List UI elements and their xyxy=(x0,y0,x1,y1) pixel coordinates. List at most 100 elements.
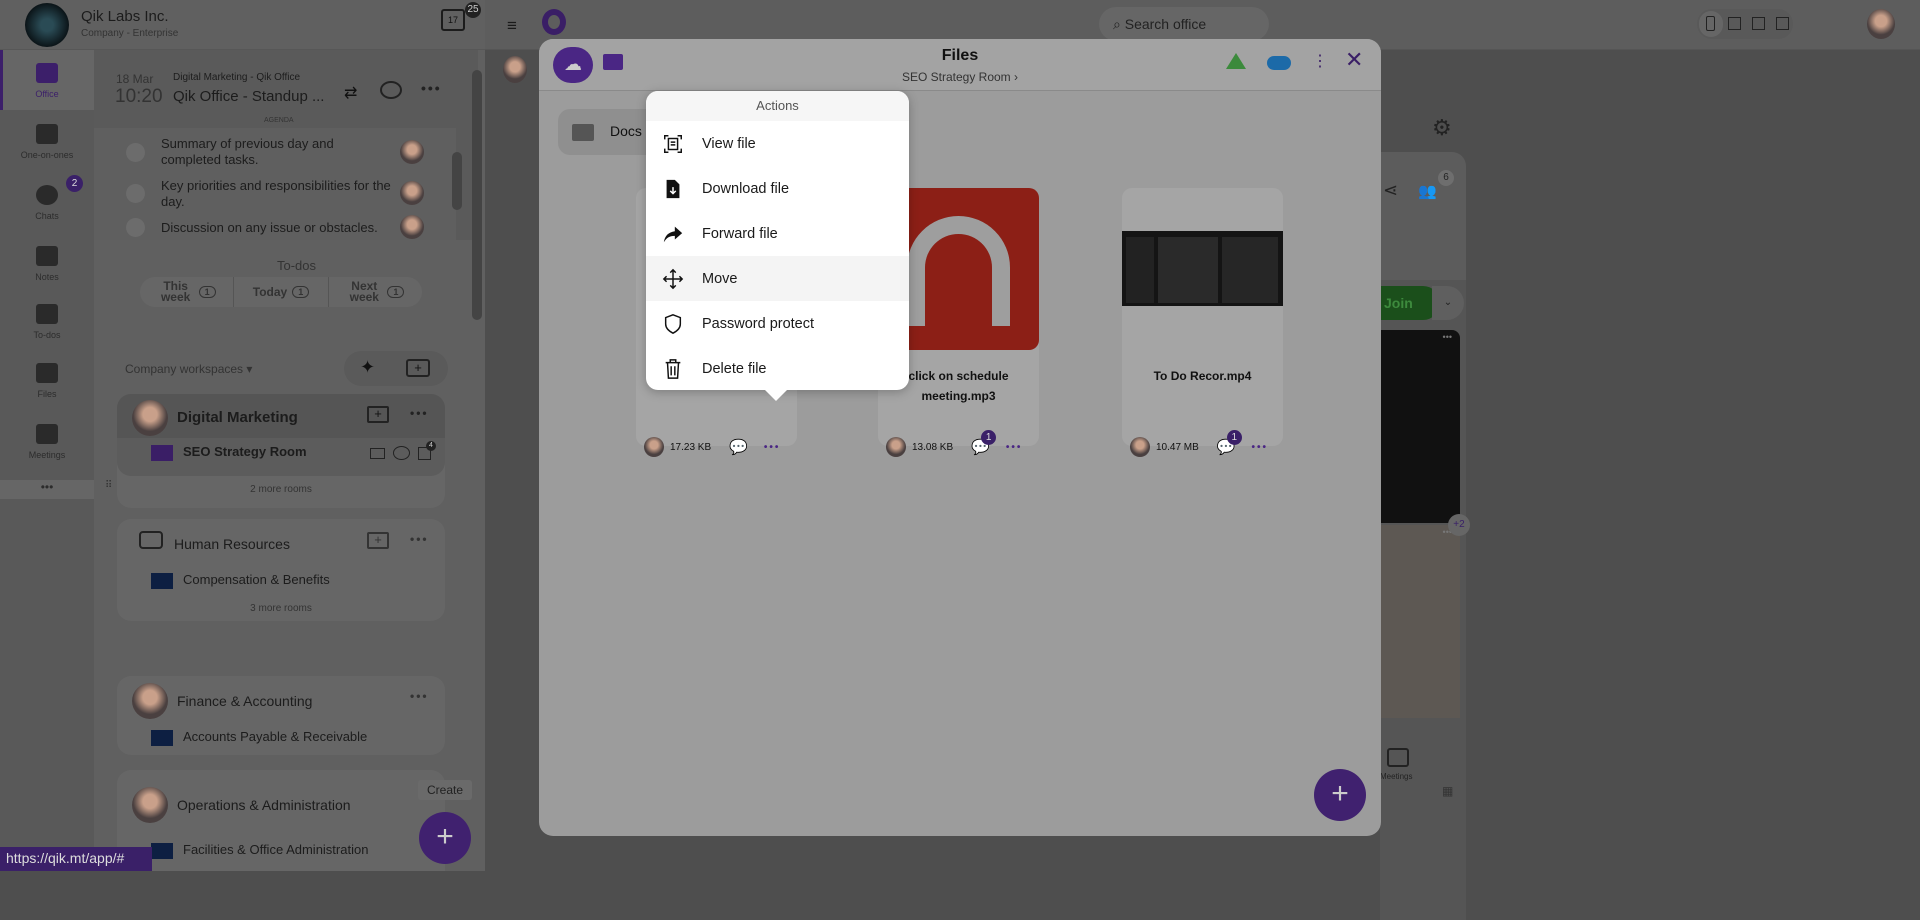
more-rooms-link[interactable]: 2 more rooms xyxy=(117,484,445,495)
add-workspace-icon[interactable]: + xyxy=(406,359,430,377)
add-room-icon[interactable]: + xyxy=(367,406,389,423)
company-logo[interactable] xyxy=(25,3,69,47)
company-plan: Company - Enterprise xyxy=(81,28,179,39)
avatar xyxy=(400,215,424,239)
agenda-checkbox[interactable] xyxy=(126,218,145,237)
avatar xyxy=(132,683,168,719)
calendar-icon[interactable]: 17 xyxy=(441,9,465,31)
notes-icon xyxy=(36,246,58,266)
menu-item-view-file[interactable]: View file xyxy=(646,121,909,166)
rail-item-chats[interactable]: Chats xyxy=(0,185,94,221)
search-input[interactable]: ⌕ Search office xyxy=(1099,7,1269,41)
file-card[interactable]: To Do Recor.mp4 10.47 MB 💬 1 ••• xyxy=(1122,188,1283,457)
qik-logo[interactable] xyxy=(542,9,566,35)
chat-icon xyxy=(36,185,58,205)
comment-icon[interactable]: 💬 1 xyxy=(1217,430,1242,456)
chat-icon[interactable] xyxy=(393,446,410,460)
tab-this-week[interactable]: This week 1 xyxy=(140,277,235,307)
more-icon[interactable]: ••• xyxy=(410,532,429,546)
more-rooms-link[interactable]: 3 more rooms xyxy=(117,603,445,614)
menu-item-password-protect[interactable]: Password protect xyxy=(646,301,909,346)
shield-icon xyxy=(664,313,682,334)
more-vertical-icon[interactable]: ⋮ xyxy=(1312,51,1328,71)
comment-icon[interactable]: 💬 1 xyxy=(971,430,997,456)
chat-icon[interactable] xyxy=(380,81,402,99)
rail-item-files[interactable]: Files xyxy=(0,363,94,399)
download-file-icon xyxy=(666,179,680,198)
join-button[interactable]: Join xyxy=(1380,286,1440,320)
menu-item-delete-file[interactable]: Delete file xyxy=(646,346,909,391)
meeting-time: 10:20 xyxy=(115,86,163,107)
agenda-checkbox[interactable] xyxy=(126,184,145,203)
more-participants-badge[interactable]: +2 xyxy=(1448,514,1470,536)
menu-item-download-file[interactable]: Download file xyxy=(646,166,909,211)
actions-title: Actions xyxy=(646,91,909,121)
breadcrumb[interactable]: SEO Strategy Room › xyxy=(539,70,1381,84)
agenda-checkbox[interactable] xyxy=(126,143,145,162)
meeting-room-panel: ⋖ 👥 6 Join ⌄ ••• ••• +2 Meetings ▦ xyxy=(1380,152,1470,920)
files-title: Files xyxy=(941,47,979,64)
rail-item-one-on-ones[interactable]: One-on-ones xyxy=(0,124,94,160)
room-item[interactable]: Facilities & Office Administration xyxy=(151,842,368,859)
video-tile[interactable]: ••• xyxy=(1380,525,1460,718)
rail-item-office[interactable]: Office xyxy=(0,63,94,99)
more-icon[interactable]: ••• xyxy=(764,442,781,453)
comment-icon[interactable]: 💬 xyxy=(729,438,748,456)
drag-handle-icon[interactable]: ⠿ xyxy=(105,480,112,491)
create-button[interactable]: + xyxy=(419,812,471,864)
room-item[interactable]: Compensation & Benefits xyxy=(151,572,330,589)
more-icon[interactable]: ••• xyxy=(410,689,429,703)
workspace-selector[interactable]: Company workspaces ▾ xyxy=(125,362,252,376)
sparkle-icon[interactable]: ✦ xyxy=(360,357,375,378)
user-avatar[interactable] xyxy=(1867,9,1895,39)
rail-more-button[interactable]: ••• xyxy=(0,480,94,499)
layout-full-icon[interactable] xyxy=(1776,17,1789,30)
hamburger-icon[interactable]: ≡ xyxy=(507,16,517,36)
google-drive-icon[interactable] xyxy=(1226,53,1246,69)
onedrive-icon[interactable] xyxy=(1267,56,1291,70)
more-icon[interactable]: ••• xyxy=(421,80,442,96)
add-room-icon[interactable]: + xyxy=(367,532,389,549)
actions-menu: Actions View file Download file Forward … xyxy=(646,91,909,390)
rail-item-meetings[interactable]: Meetings xyxy=(0,424,94,460)
avatar xyxy=(132,400,168,436)
agenda-scrollbar[interactable] xyxy=(452,152,462,210)
agenda-label: AGENDA xyxy=(264,117,294,124)
room-color xyxy=(151,444,173,461)
workspace-name[interactable]: Finance & Accounting xyxy=(177,693,312,709)
meeting-title[interactable]: Qik Office - Standup ... xyxy=(173,88,324,105)
meetings-icon[interactable] xyxy=(1387,748,1409,767)
rooms-icon xyxy=(139,531,163,549)
layout-sidebar-icon[interactable] xyxy=(1752,17,1765,30)
layout-grid-icon[interactable] xyxy=(1728,17,1741,30)
files-icon xyxy=(36,363,58,383)
repeat-icon[interactable]: ⇄ xyxy=(344,83,357,103)
participants-count: 6 xyxy=(1438,170,1454,186)
workspace-name[interactable]: Human Resources xyxy=(174,536,290,552)
avatar xyxy=(503,56,527,83)
tab-next-week[interactable]: Next week 1 xyxy=(329,277,422,307)
file-size: 10.47 MB xyxy=(1156,441,1199,453)
calendar-icon[interactable] xyxy=(370,448,385,459)
participants-icon[interactable]: 👥 xyxy=(1418,182,1437,200)
room-item[interactable]: Accounts Payable & Receivable xyxy=(151,729,367,746)
menu-item-move[interactable]: Move xyxy=(646,256,909,301)
rail-item-notes[interactable]: Notes xyxy=(0,246,94,282)
more-icon[interactable]: ••• xyxy=(410,406,429,420)
panel-scrollbar[interactable] xyxy=(472,70,482,320)
more-icon[interactable]: ••• xyxy=(1006,442,1023,453)
workspace-name[interactable]: Operations & Administration xyxy=(177,797,351,813)
close-icon[interactable]: ✕ xyxy=(1345,47,1363,73)
room-seo-strategy[interactable]: SEO Strategy Room xyxy=(151,444,307,461)
more-icon[interactable]: ••• xyxy=(1252,442,1269,453)
settings-icon[interactable]: ⚙ xyxy=(1432,115,1452,141)
menu-item-forward-file[interactable]: Forward file xyxy=(646,211,909,256)
add-file-button[interactable]: + xyxy=(1314,769,1366,821)
video-tile[interactable]: ••• xyxy=(1380,330,1460,523)
menu-pointer xyxy=(764,389,788,401)
rail-item-todos[interactable]: To-dos xyxy=(0,304,94,340)
edit-grid-icon[interactable]: ▦ xyxy=(1442,784,1453,798)
share-icon[interactable]: ⋖ xyxy=(1383,180,1398,201)
tab-today[interactable]: Today 1 xyxy=(234,277,329,307)
video-thumbnail xyxy=(1122,231,1283,306)
